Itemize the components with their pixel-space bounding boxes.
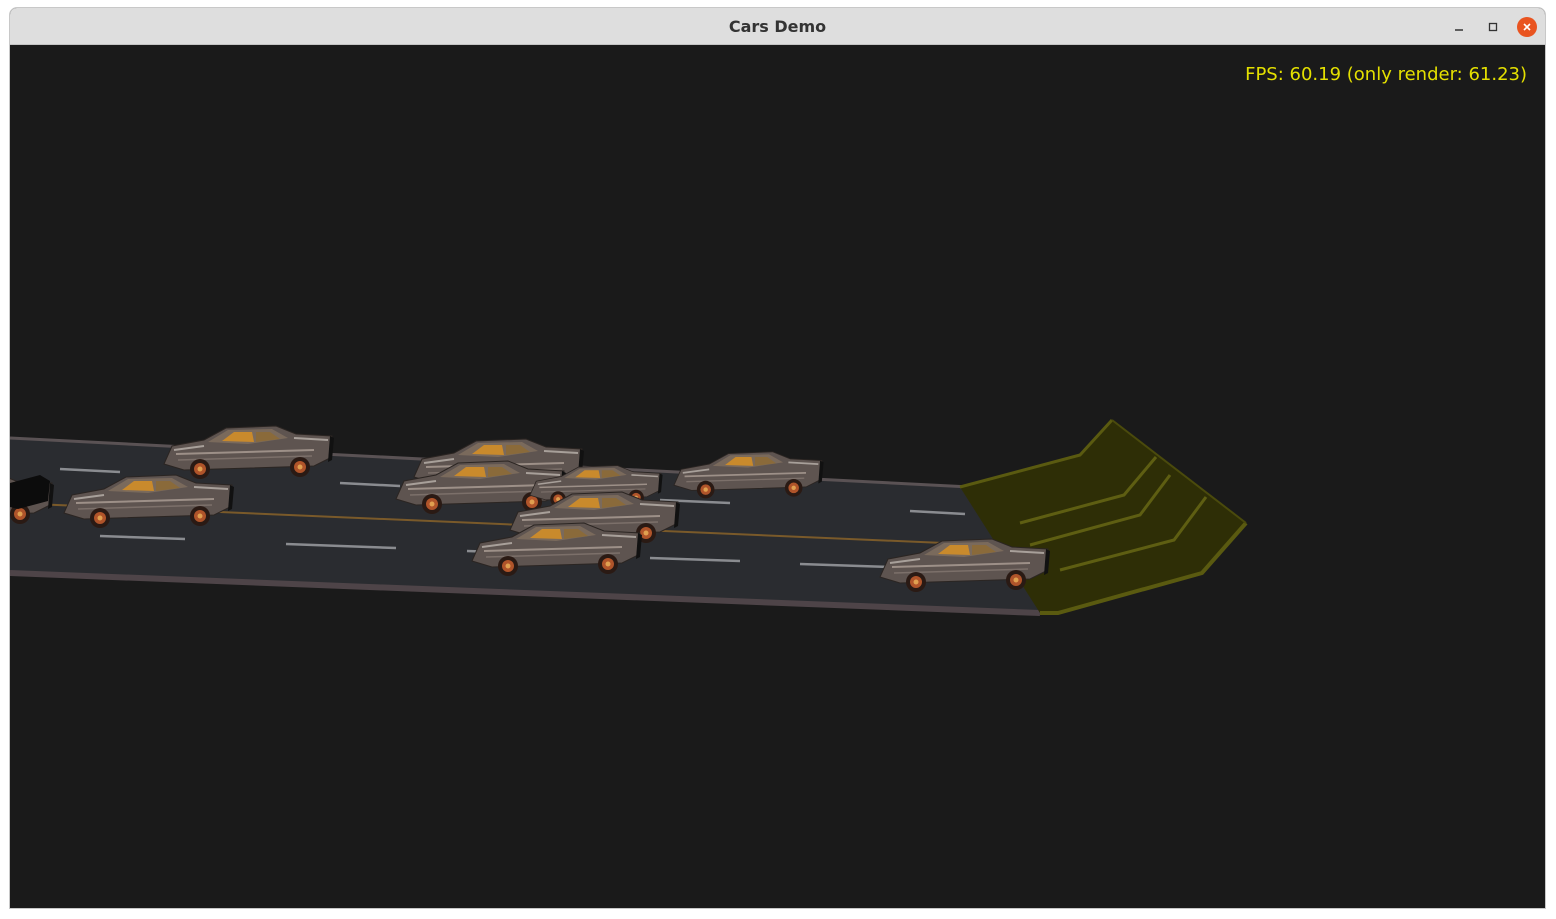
maximize-button[interactable] [1483, 17, 1503, 37]
close-icon [1523, 23, 1531, 31]
minimize-icon [1455, 29, 1463, 31]
minimize-button[interactable] [1449, 17, 1469, 37]
close-button[interactable] [1517, 17, 1537, 37]
app-window: Cars Demo FPS: 60.19 (only render: 61.23… [9, 7, 1546, 909]
title-bar[interactable]: Cars Demo [10, 8, 1545, 45]
fps-counter: FPS: 60.19 (only render: 61.23) [1245, 64, 1527, 85]
window-title: Cars Demo [728, 17, 827, 36]
3d-scene [10, 418, 1248, 616]
maximize-icon [1488, 22, 1498, 32]
render-viewport[interactable]: FPS: 60.19 (only render: 61.23) [10, 45, 1545, 908]
